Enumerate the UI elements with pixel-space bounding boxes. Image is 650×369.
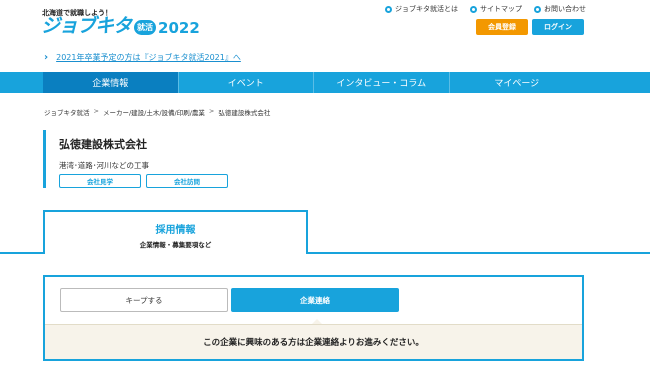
notice-text: 2021年卒業予定の方は『ジョブキタ就活2021』へ bbox=[56, 53, 241, 62]
breadcrumb-category[interactable]: メーカー/建設/土木/設備/印刷/農業 bbox=[103, 107, 205, 117]
nav-item-company[interactable]: 企業情報 bbox=[43, 72, 178, 93]
utility-links: ジョブキタ就活とは サイトマップ お問い合わせ bbox=[385, 4, 586, 14]
notice-link[interactable]: › 2021年卒業予定の方は『ジョブキタ就活2021』へ bbox=[44, 52, 241, 63]
tab-subtitle: 企業情報・募集要項など bbox=[139, 241, 212, 249]
tag-company-visit[interactable]: 会社訪問 bbox=[146, 174, 228, 188]
breadcrumb-current: 弘徳建設株式会社 bbox=[218, 109, 271, 117]
circle-bullet-icon bbox=[385, 5, 392, 13]
breadcrumb: ジョブキタ就活 > メーカー/建設/土木/設備/印刷/農業 > 弘徳建設株式会社 bbox=[44, 107, 270, 117]
logo-badge: 就活 bbox=[134, 20, 157, 35]
util-link-label: サイトマップ bbox=[480, 5, 522, 13]
nav-item-event[interactable]: イベント bbox=[177, 72, 314, 93]
util-link-about[interactable]: ジョブキタ就活とは bbox=[385, 4, 458, 14]
contact-company-button[interactable]: 企業連絡 bbox=[231, 288, 399, 312]
login-button[interactable]: ログイン bbox=[532, 19, 584, 35]
tab-title: 採用情報 bbox=[155, 225, 196, 236]
util-link-label: お問い合わせ bbox=[544, 5, 586, 13]
company-tags: 会社見学 会社訪問 bbox=[59, 174, 228, 188]
main-nav-items: 企業情報 イベント インタビュー・コラム マイページ bbox=[43, 72, 584, 93]
company-description: 港湾･道路･河川などの工事 bbox=[59, 161, 149, 170]
logo-text: ジョブキタ bbox=[41, 15, 132, 37]
util-link-label: ジョブキタ就活とは bbox=[395, 5, 458, 13]
util-link-sitemap[interactable]: サイトマップ bbox=[470, 4, 522, 14]
logo-year: 2022 bbox=[158, 19, 200, 37]
breadcrumb-separator: > bbox=[208, 107, 215, 115]
breadcrumb-separator: > bbox=[93, 107, 99, 115]
contact-message: この企業に興味のある方は企業連絡よりお進みください。 bbox=[45, 324, 582, 359]
nav-item-interview[interactable]: インタビュー・コラム bbox=[313, 72, 449, 93]
keep-button[interactable]: キープする bbox=[60, 288, 228, 312]
util-link-contact[interactable]: お問い合わせ bbox=[534, 4, 586, 14]
tag-company-tour[interactable]: 会社見学 bbox=[59, 174, 141, 188]
tab-recruit-info[interactable]: 採用情報 企業情報・募集要項など bbox=[43, 210, 308, 254]
site-logo[interactable]: ジョブキタ 就活 2022 bbox=[41, 15, 200, 38]
nav-item-mypage[interactable]: マイページ bbox=[448, 72, 585, 93]
register-button[interactable]: 会員登録 bbox=[476, 19, 528, 35]
breadcrumb-home[interactable]: ジョブキタ就活 bbox=[44, 107, 90, 117]
circle-bullet-icon bbox=[470, 5, 477, 13]
action-panel: キープする 企業連絡 この企業に興味のある方は企業連絡よりお進みください。 bbox=[43, 275, 584, 361]
site-header: 北海道で就職しよう！ ジョブキタ 就活 2022 ジョブキタ就活とは サイトマッ… bbox=[0, 0, 650, 72]
chevron-right-icon: › bbox=[44, 52, 49, 63]
circle-bullet-icon bbox=[534, 5, 541, 13]
company-name: 弘徳建設株式会社 bbox=[59, 138, 147, 151]
